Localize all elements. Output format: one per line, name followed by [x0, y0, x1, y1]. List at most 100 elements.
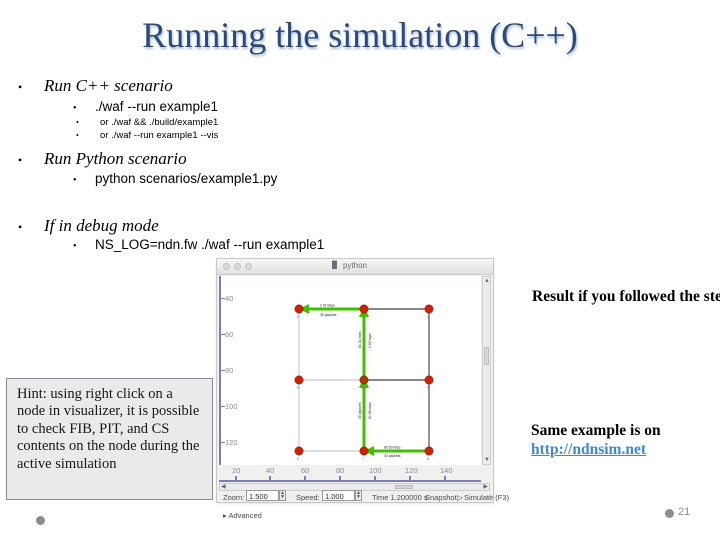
page-title: Running the simulation (C++)	[142, 15, 578, 55]
node-label: 5	[427, 386, 429, 390]
bullet-text: python scenarios/example1.py	[95, 171, 278, 186]
time-display: Time 1.200000 s	[372, 493, 428, 502]
x-tick-label: 20	[232, 466, 241, 475]
bullet-glyph-icon: •	[73, 103, 77, 114]
topology-node[interactable]	[424, 304, 434, 314]
result-caption: Result if you followed the steps	[532, 287, 720, 306]
edge-label-rate: 2.92 kbps	[368, 333, 372, 348]
bullet-glyph-icon: •	[76, 131, 79, 140]
x-tick-label: 80	[336, 466, 345, 475]
scroll-up-icon[interactable]: ▲	[484, 278, 490, 284]
visualizer-titlebar[interactable]: █ python	[217, 259, 493, 275]
visualizer-window-title: python	[342, 261, 368, 270]
x-tick-label: 40	[266, 466, 275, 475]
bullet-run-python-scenario: • Run Python scenario	[18, 149, 187, 169]
edge-label-packets: 80.31 kbps	[358, 331, 362, 348]
node-label: 1	[362, 315, 364, 319]
zoom-label: Zoom:	[223, 493, 245, 502]
bullet-glyph-icon: •	[18, 220, 23, 234]
link-caption-text: Same example is on	[531, 422, 661, 439]
bullet-text: or ./waf && ./build/example1	[100, 117, 219, 128]
chevron-right-icon: ▸	[223, 511, 227, 520]
node-label: 8	[427, 457, 429, 461]
bullet-text: Run C++ scenario	[44, 76, 173, 95]
x-tick	[374, 476, 376, 480]
bullet-waf-build-example1: • or ./waf && ./build/example1	[76, 117, 218, 128]
bullet-text: or ./waf --run example1 --vis	[100, 130, 219, 141]
zoom-input[interactable]: 1.500	[246, 490, 279, 501]
scroll-left-icon[interactable]: ◀	[221, 484, 226, 490]
x-tick	[304, 476, 306, 480]
speed-label: Speed:	[296, 493, 320, 502]
bullet-run-cpp-scenario: • Run C++ scenario	[18, 76, 173, 96]
edge-label-rate: 2.91 kbps	[320, 304, 335, 308]
edge-label-packets: 34 packets	[384, 454, 401, 458]
bullet-ns-log-debug-command: • NS_LOG=ndn.fw ./waf --run example1	[73, 237, 324, 252]
horizontal-scrollbar-thumb[interactable]	[395, 485, 413, 489]
bullet-glyph-icon: •	[18, 80, 23, 94]
advanced-expander[interactable]: ▸ Advanced	[223, 511, 262, 520]
visualizer-canvas[interactable]: 40 60 80 100 120 2.91 kbps 35 packets 2.…	[219, 276, 481, 465]
slide-root: Running the simulation (C++) • Run C++ sc…	[0, 0, 720, 540]
bullet-text: NS_LOG=ndn.fw ./waf --run example1	[95, 237, 325, 252]
bullet-text: ./waf --run example1	[95, 99, 219, 114]
bullet-glyph-icon: •	[73, 175, 77, 186]
x-tick	[269, 476, 271, 480]
page-number-bullet-icon	[665, 509, 674, 518]
link-caption: Same example is on	[531, 421, 661, 440]
node-label: 3	[297, 386, 299, 390]
x-tick	[235, 476, 237, 480]
bullet-waf-run-example1: • ./waf --run example1	[73, 99, 218, 114]
x-tick-label: 120	[405, 466, 418, 475]
x-tick-label: 140	[440, 466, 453, 475]
ndnsim-link[interactable]: http://ndnsim.net	[531, 441, 646, 459]
zoom-stepper[interactable]: ▲ ▼	[279, 490, 286, 501]
speed-stepper[interactable]: ▲ ▼	[355, 490, 362, 501]
bullet-glyph-icon: •	[18, 153, 23, 167]
edge-label-packets: 35 packets	[358, 402, 362, 419]
scroll-right-icon[interactable]: ▶	[483, 484, 488, 490]
node-label: 6	[297, 457, 299, 461]
decorative-dot-left	[36, 516, 45, 525]
hint-callout: Hint: using right click on a node in vis…	[6, 378, 213, 500]
scroll-down-icon[interactable]: ▼	[484, 457, 490, 463]
node-label: 4	[362, 386, 364, 390]
x-tick-label: 60	[301, 466, 310, 475]
topology-node[interactable]	[424, 375, 434, 385]
topology-node[interactable]	[359, 446, 369, 456]
x-tick	[339, 476, 341, 480]
edge-label-packets: 35 packets	[320, 313, 337, 317]
x-axis: 20 40 60 80 100 120 140	[219, 465, 481, 482]
result-caption-text: Result if you followed the steps	[532, 288, 720, 305]
topology-node[interactable]	[359, 304, 369, 314]
node-label: 0	[297, 315, 299, 319]
x-tick	[444, 476, 446, 480]
topology-node[interactable]	[294, 375, 304, 385]
x-tick	[409, 476, 411, 480]
edge-label-rate: 80.53 kbps	[384, 446, 401, 450]
node-label: 2	[427, 315, 429, 319]
bullet-if-in-debug-mode: • If in debug mode	[18, 216, 159, 236]
page-number: 21	[678, 506, 691, 518]
topology-node[interactable]	[294, 446, 304, 456]
bullet-waf-run-example1-vis: • or ./waf --run example1 --vis	[76, 130, 218, 141]
topology-node[interactable]	[359, 375, 369, 385]
network-topology-graph[interactable]: 2.91 kbps 35 packets 2.92 kbps 80.31 kbp…	[221, 276, 483, 465]
bullet-python-scenarios-example1: • python scenarios/example1.py	[73, 171, 277, 186]
speed-input[interactable]: 1.000	[322, 490, 355, 501]
bullet-text: Run Python scenario	[44, 149, 187, 168]
vertical-scrollbar-thumb[interactable]	[484, 347, 489, 365]
topology-node[interactable]	[294, 304, 304, 314]
resize-grip[interactable]: ◢	[486, 493, 491, 501]
bullet-text: If in debug mode	[44, 216, 159, 235]
node-label: 7	[362, 457, 364, 461]
advanced-label: Advanced	[228, 511, 262, 520]
snapshot-button[interactable]: Snapshot	[425, 493, 457, 502]
edge-label-rate: 80.58 kbps	[368, 402, 372, 419]
vertical-scrollbar[interactable]: ▲ ▼	[482, 276, 491, 465]
visualizer-window: █ python 40 60 80 100 120 2.91 kbps 35 p…	[216, 258, 509, 520]
topology-node[interactable]	[424, 446, 434, 456]
x-tick-label: 100	[369, 466, 382, 475]
bullet-glyph-icon: •	[76, 118, 79, 127]
simulate-play-icon[interactable]: ▷	[457, 493, 463, 502]
